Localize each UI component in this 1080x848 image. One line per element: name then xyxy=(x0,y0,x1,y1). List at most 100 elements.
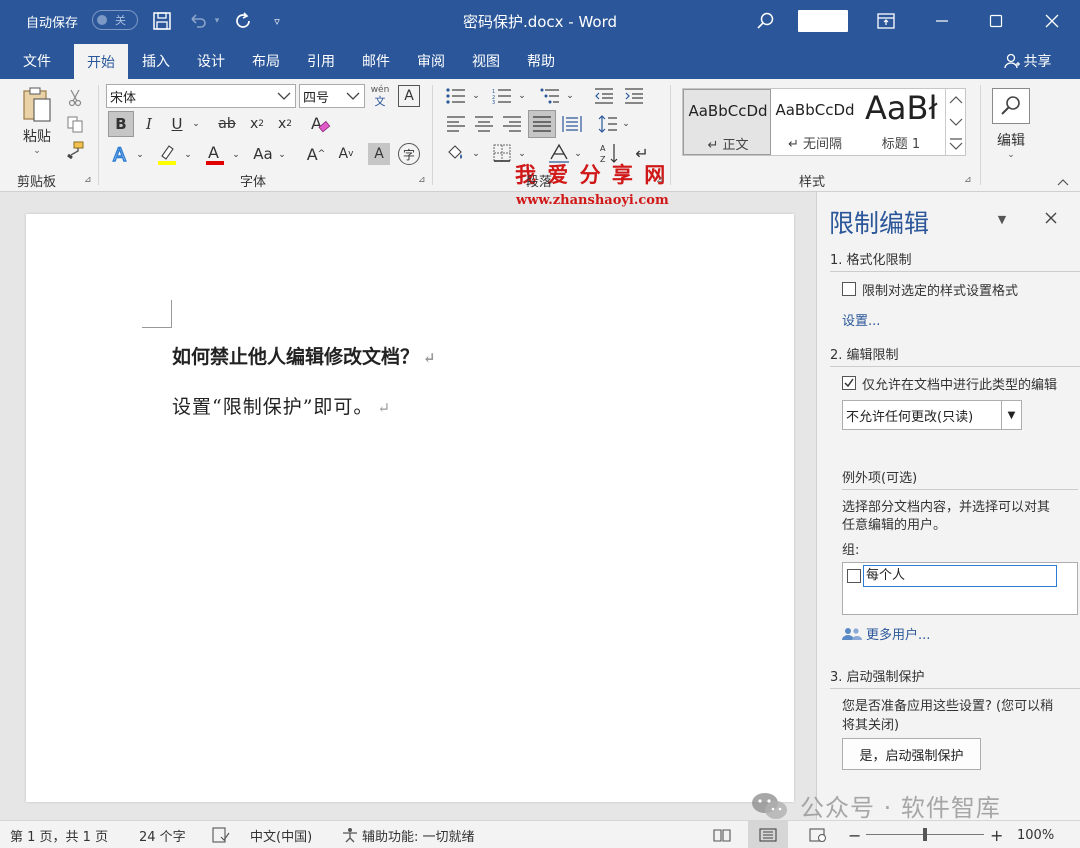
styles-scroll-down-icon[interactable] xyxy=(945,111,965,133)
everyone-checkbox[interactable] xyxy=(847,569,861,583)
shading-icon[interactable] xyxy=(444,141,468,165)
copy-icon[interactable] xyxy=(64,113,86,135)
style-normal[interactable]: AaBbCcDd ↵ 正文 xyxy=(683,89,771,155)
zoom-thumb[interactable] xyxy=(923,828,927,841)
font-launcher-icon[interactable]: ⊿ xyxy=(418,175,428,185)
doc-line-question[interactable]: 如何禁止他人编辑修改文档？ ↵ xyxy=(172,342,436,369)
strikethrough-button[interactable]: ab xyxy=(214,111,240,137)
shading-dropdown-icon[interactable]: ⌄ xyxy=(470,145,482,163)
collapse-ribbon-icon[interactable] xyxy=(1056,175,1070,189)
tab-view[interactable]: 视图 xyxy=(464,42,508,79)
maximize-icon[interactable] xyxy=(984,0,1008,42)
highlight-dropdown-icon[interactable]: ⌄ xyxy=(182,145,194,165)
bullets-dropdown-icon[interactable]: ⌄ xyxy=(470,87,482,105)
font-name-select[interactable]: 宋体 xyxy=(106,84,296,108)
accessibility-status[interactable]: 辅助功能: 一切就绪 xyxy=(341,821,475,848)
styles-more-icon[interactable] xyxy=(945,133,965,155)
tab-help[interactable]: 帮助 xyxy=(519,42,563,79)
multilevel-dropdown-icon[interactable]: ⌄ xyxy=(564,87,576,105)
shrink-font-icon[interactable]: Av xyxy=(334,141,358,167)
character-shading-icon[interactable]: A xyxy=(368,143,390,165)
language-status[interactable]: 中文(中国) xyxy=(250,821,312,848)
zoom-out-icon[interactable]: − xyxy=(848,821,861,848)
align-left-icon[interactable] xyxy=(444,113,468,135)
numbering-icon[interactable]: 123 xyxy=(490,85,514,107)
cut-icon[interactable] xyxy=(64,87,86,109)
pane-options-icon[interactable]: ▼ xyxy=(993,210,1011,228)
share-button[interactable]: 共享 xyxy=(998,42,1056,79)
print-layout-icon[interactable] xyxy=(748,821,788,848)
document-page[interactable]: 如何禁止他人编辑修改文档？ ↵ 设置“限制保护”即可。 ↵ xyxy=(26,214,794,802)
text-effects-dropdown-icon[interactable]: ⌄ xyxy=(134,145,146,165)
autosave-toggle[interactable]: 关 xyxy=(92,10,138,30)
everyone-item[interactable]: 每个人 xyxy=(863,565,1057,587)
clear-formatting-icon[interactable]: A xyxy=(308,111,332,137)
zoom-slider[interactable] xyxy=(866,821,984,848)
formatting-restriction-checkbox[interactable] xyxy=(842,282,856,296)
bold-button[interactable]: B xyxy=(108,111,134,137)
highlight-color-icon[interactable] xyxy=(154,141,180,167)
bullets-icon[interactable] xyxy=(444,85,468,107)
increase-indent-icon[interactable] xyxy=(622,85,646,107)
decrease-indent-icon[interactable] xyxy=(592,85,616,107)
zoom-level[interactable]: 100% xyxy=(1017,821,1054,848)
borders-icon[interactable] xyxy=(490,141,514,165)
italic-button[interactable]: I xyxy=(138,111,160,137)
subscript-button[interactable]: x2 xyxy=(246,111,268,137)
customize-toolbar-icon[interactable]: ▿ xyxy=(268,0,286,42)
tab-file[interactable]: 文件 xyxy=(14,42,60,79)
editing-button[interactable]: 编辑 ⌄ xyxy=(988,83,1034,165)
ribbon-display-icon[interactable] xyxy=(874,0,898,42)
multilevel-list-icon[interactable] xyxy=(538,85,562,107)
text-effects-icon[interactable]: A xyxy=(108,141,134,167)
tab-design[interactable]: 设计 xyxy=(189,42,233,79)
font-color-dropdown-icon[interactable]: ⌄ xyxy=(230,145,242,165)
line-spacing-dropdown-icon[interactable]: ⌄ xyxy=(620,115,632,133)
tab-review[interactable]: 审阅 xyxy=(409,42,453,79)
enclose-characters-icon[interactable]: 字 xyxy=(398,143,420,165)
justify-icon[interactable] xyxy=(528,110,556,138)
minimize-icon[interactable] xyxy=(930,0,954,42)
more-users-link[interactable]: 更多用户... xyxy=(842,624,930,643)
login-button[interactable]: 登录 xyxy=(798,10,848,32)
proofing-icon[interactable] xyxy=(212,821,230,848)
style-heading-1[interactable]: AaBł 标题 1 xyxy=(859,89,943,155)
align-right-icon[interactable] xyxy=(500,113,524,135)
change-case-dropdown-icon[interactable]: ⌄ xyxy=(276,145,288,165)
read-mode-icon[interactable] xyxy=(713,821,731,848)
styles-scroll-up-icon[interactable] xyxy=(945,89,965,111)
align-center-icon[interactable] xyxy=(472,113,496,135)
pane-close-icon[interactable] xyxy=(1041,208,1061,228)
search-icon[interactable] xyxy=(754,0,778,42)
style-no-spacing[interactable]: AaBbCcDd ↵ 无间隔 xyxy=(771,89,859,155)
distributed-icon[interactable] xyxy=(560,113,584,135)
editing-type-select[interactable]: 不允许任何更改(只读) ▼ xyxy=(842,400,1022,430)
settings-link[interactable]: 设置... xyxy=(842,310,880,329)
character-border-icon[interactable]: A xyxy=(398,85,420,107)
line-spacing-icon[interactable] xyxy=(596,113,620,135)
phonetic-guide-button[interactable]: wén 文 xyxy=(368,83,392,109)
web-layout-icon[interactable] xyxy=(809,821,827,848)
tab-mailings[interactable]: 邮件 xyxy=(354,42,398,79)
grow-font-icon[interactable]: A ^ xyxy=(304,141,328,167)
redo-icon[interactable] xyxy=(230,0,256,42)
close-icon[interactable] xyxy=(1040,0,1064,42)
clipboard-launcher-icon[interactable]: ⊿ xyxy=(84,175,94,185)
paragraph-launcher-icon[interactable]: ⊿ xyxy=(656,175,666,185)
tab-references[interactable]: 引用 xyxy=(299,42,343,79)
numbering-dropdown-icon[interactable]: ⌄ xyxy=(516,87,528,105)
superscript-button[interactable]: x2 xyxy=(274,111,296,137)
paste-button[interactable]: 粘贴 ⌄ xyxy=(14,85,60,157)
page-count[interactable]: 第 1 页，共 1 页 xyxy=(10,821,108,848)
zoom-in-icon[interactable]: + xyxy=(990,821,1003,848)
tab-home[interactable]: 开始 xyxy=(74,44,128,79)
font-size-select[interactable]: 四号 xyxy=(299,84,365,108)
underline-button[interactable]: U xyxy=(166,111,188,137)
styles-launcher-icon[interactable]: ⊿ xyxy=(964,175,974,185)
change-case-button[interactable]: Aa xyxy=(250,141,276,167)
tab-insert[interactable]: 插入 xyxy=(134,42,178,79)
tab-layout[interactable]: 布局 xyxy=(244,42,288,79)
format-painter-icon[interactable] xyxy=(64,139,86,161)
editing-restriction-checkbox[interactable] xyxy=(842,376,856,390)
save-icon[interactable] xyxy=(150,0,174,42)
